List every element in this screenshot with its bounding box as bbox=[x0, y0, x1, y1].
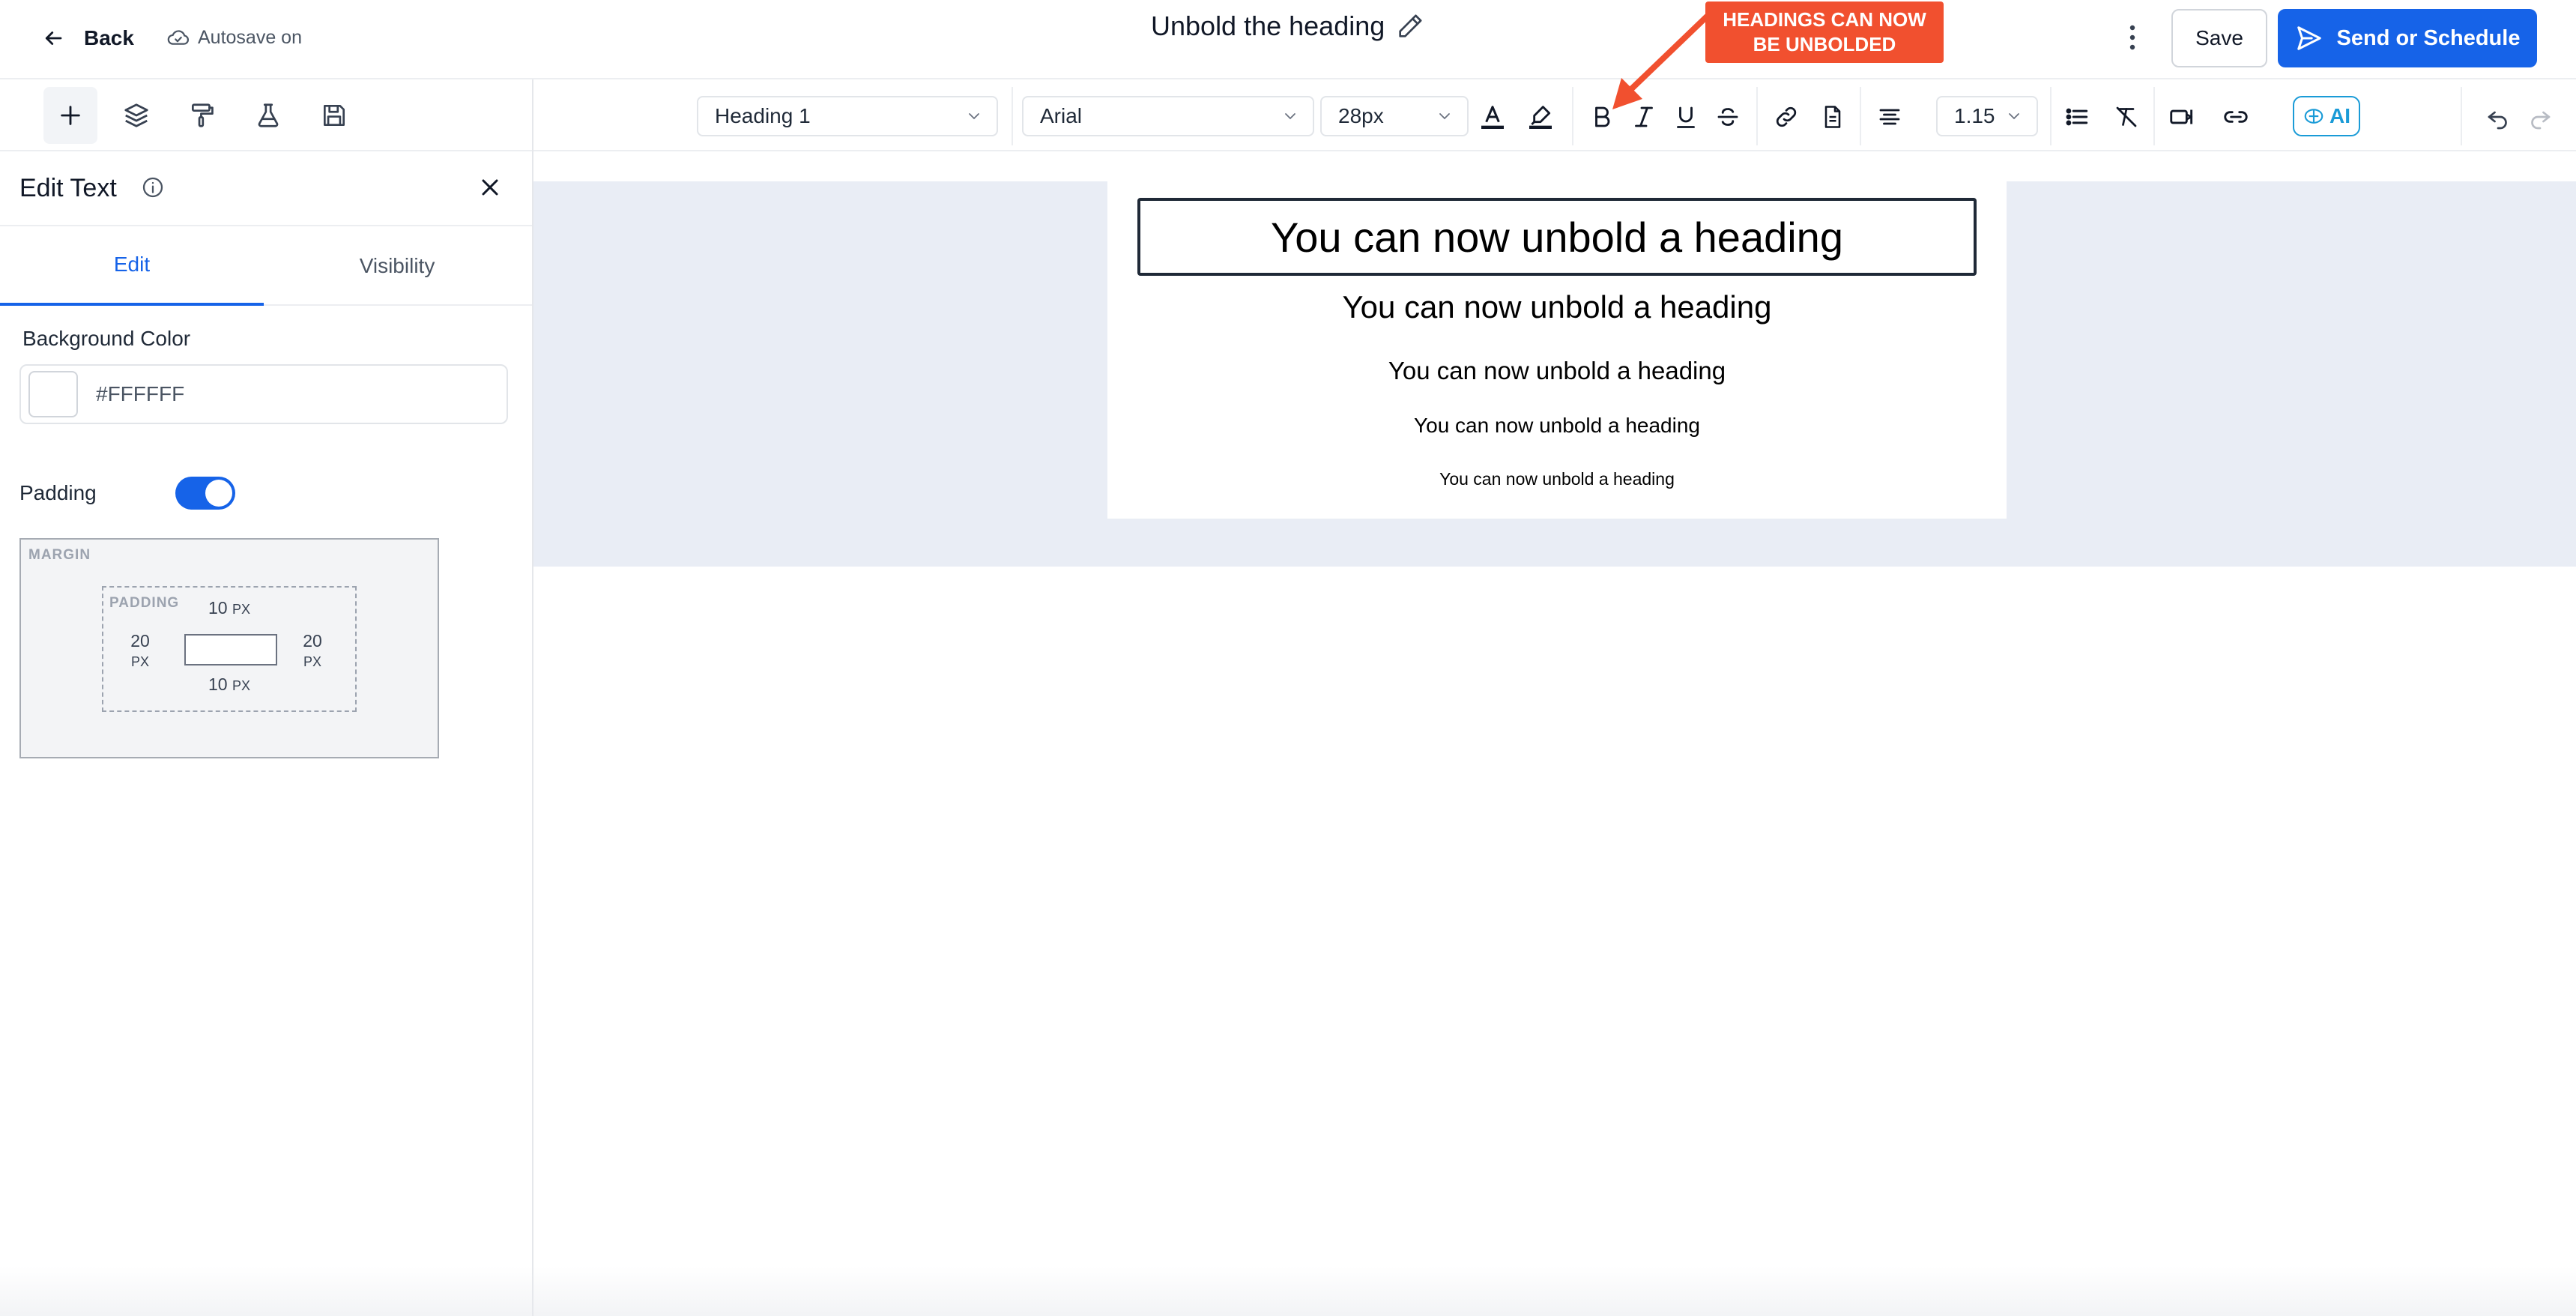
font-size-select[interactable]: 28px bbox=[1320, 96, 1469, 136]
cloud-check-icon bbox=[166, 27, 190, 48]
padding-toggle[interactable] bbox=[175, 477, 235, 510]
send-or-schedule-button[interactable]: Send or Schedule bbox=[2278, 9, 2537, 67]
block-type-select[interactable]: Heading 1 bbox=[697, 96, 998, 136]
block-type-value: Heading 1 bbox=[715, 104, 811, 127]
italic-icon[interactable] bbox=[1626, 99, 1662, 135]
background-color-label: Background Color bbox=[22, 327, 191, 350]
chevron-down-icon bbox=[965, 107, 983, 125]
align-center-icon[interactable] bbox=[1872, 99, 1908, 135]
toggle-knob bbox=[205, 480, 232, 507]
bullet-list-icon[interactable] bbox=[2059, 99, 2095, 135]
toolbar-divider bbox=[2050, 87, 2052, 145]
close-icon[interactable] bbox=[477, 174, 504, 201]
padding-top-value[interactable]: 10 PX bbox=[208, 598, 250, 619]
padding-box: PADDING 10 PX 20 PX 20 PX 10 PX bbox=[102, 586, 357, 712]
save-template-icon[interactable] bbox=[307, 87, 361, 144]
padding-label: Padding bbox=[19, 481, 97, 504]
flask-icon[interactable] bbox=[241, 87, 295, 144]
panel-tabs: Edit Visibility bbox=[0, 226, 532, 306]
tab-visibility[interactable]: Visibility bbox=[265, 226, 529, 306]
background-color-field[interactable]: #FFFFFF bbox=[19, 364, 508, 424]
padding-right-value[interactable]: 20 PX bbox=[294, 631, 331, 671]
heading-5-block[interactable]: You can now unbold a heading bbox=[1107, 469, 2007, 489]
document-title[interactable]: Unbold the heading bbox=[1151, 7, 1425, 45]
send-button-label: Send or Schedule bbox=[2336, 25, 2521, 50]
arrow-left-icon bbox=[42, 27, 64, 49]
underline-icon[interactable] bbox=[1668, 99, 1704, 135]
text-color-icon[interactable] bbox=[1475, 99, 1511, 135]
toolbar-divider bbox=[2461, 87, 2462, 145]
chevron-down-icon bbox=[2005, 107, 2023, 125]
font-family-value: Arial bbox=[1040, 104, 1083, 127]
toolbar-divider bbox=[1572, 87, 1573, 145]
highlight-icon[interactable] bbox=[1523, 99, 1558, 135]
heading-3-block[interactable]: You can now unbold a heading bbox=[1107, 357, 2007, 385]
chevron-down-icon bbox=[1436, 107, 1454, 125]
content-box bbox=[184, 634, 277, 665]
save-button[interactable]: Save bbox=[2171, 9, 2267, 67]
paint-roller-icon[interactable] bbox=[175, 87, 229, 144]
back-button[interactable]: Back bbox=[42, 19, 134, 57]
background-color-value: #FFFFFF bbox=[96, 382, 185, 405]
chain-link-icon[interactable] bbox=[2218, 99, 2254, 135]
panel-title: Edit Text bbox=[19, 174, 117, 202]
add-block-icon[interactable] bbox=[43, 87, 97, 144]
toolbar-divider bbox=[1860, 87, 1861, 145]
box-model-editor: MARGIN PADDING 10 PX 20 PX 20 PX 10 PX bbox=[19, 538, 439, 758]
line-height-value: 1.15 bbox=[1954, 104, 1995, 127]
padding-left-value[interactable]: 20 PX bbox=[121, 631, 159, 671]
toolbar-divider bbox=[1756, 87, 1758, 145]
autosave-label: Autosave on bbox=[198, 26, 302, 48]
undo-icon[interactable] bbox=[2480, 99, 2516, 135]
toolbar-divider bbox=[1012, 87, 1013, 145]
document-title-text: Unbold the heading bbox=[1151, 10, 1385, 41]
merge-tag-icon[interactable] bbox=[2164, 99, 2200, 135]
bold-icon[interactable] bbox=[1584, 99, 1620, 135]
toolbar-divider bbox=[2153, 87, 2155, 145]
margin-label: MARGIN bbox=[28, 547, 91, 563]
font-family-select[interactable]: Arial bbox=[1022, 96, 1314, 136]
panel-tool-row bbox=[0, 79, 532, 151]
pencil-icon[interactable] bbox=[1395, 11, 1425, 41]
ai-sparkle-icon bbox=[2303, 105, 2325, 127]
info-icon[interactable] bbox=[141, 175, 165, 199]
back-label: Back bbox=[84, 26, 134, 49]
top-bar: Back Autosave on Unbold the heading HEAD… bbox=[0, 0, 2576, 79]
heading-4-block[interactable]: You can now unbold a heading bbox=[1107, 414, 2007, 438]
heading-1-block[interactable]: You can now unbold a heading bbox=[1137, 198, 1977, 276]
padding-bottom-value[interactable]: 10 PX bbox=[208, 674, 250, 695]
strikethrough-icon[interactable] bbox=[1710, 99, 1746, 135]
callout-line-2: BE UNBOLDED bbox=[1753, 33, 1896, 55]
clear-formatting-icon[interactable] bbox=[2108, 99, 2144, 135]
link-icon[interactable] bbox=[1768, 99, 1804, 135]
left-panel: Edit Text Edit Visibility Background Col… bbox=[0, 79, 533, 1316]
send-icon bbox=[2295, 24, 2323, 52]
font-size-value: 28px bbox=[1338, 104, 1384, 127]
redo-icon[interactable] bbox=[2522, 99, 2558, 135]
line-height-select[interactable]: 1.15 bbox=[1936, 96, 2038, 136]
ai-assistant-button[interactable]: AI bbox=[2293, 96, 2360, 136]
autosave-status: Autosave on bbox=[166, 22, 302, 52]
announcement-callout: HEADINGS CAN NOW BE UNBOLDED bbox=[1705, 1, 1944, 63]
chevron-down-icon bbox=[1281, 107, 1299, 125]
callout-line-1: HEADINGS CAN NOW bbox=[1723, 8, 1926, 31]
ai-label: AI bbox=[2329, 104, 2350, 127]
format-toolbar: Heading 1 Arial 28px 1.15 AI bbox=[533, 79, 2576, 151]
document-icon[interactable] bbox=[1815, 99, 1851, 135]
color-swatch[interactable] bbox=[28, 371, 78, 417]
layers-icon[interactable] bbox=[109, 87, 163, 144]
edit-text-header: Edit Text bbox=[0, 151, 532, 226]
padding-box-label: PADDING bbox=[109, 595, 180, 611]
tab-edit[interactable]: Edit bbox=[0, 226, 264, 306]
more-options-icon[interactable] bbox=[2117, 16, 2147, 58]
heading-2-block[interactable]: You can now unbold a heading bbox=[1107, 289, 2007, 325]
